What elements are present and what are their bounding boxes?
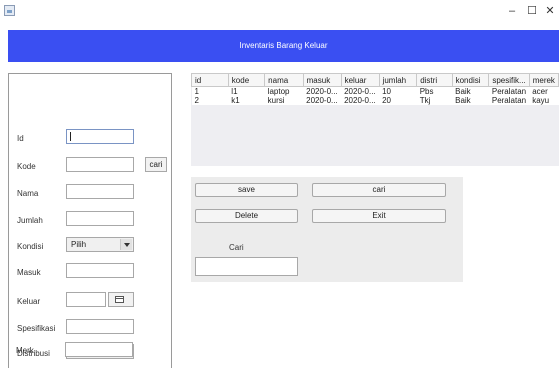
- table-cell: Baik: [452, 86, 489, 96]
- masuk-label: Masuk: [17, 268, 41, 277]
- window-titlebar[interactable]: – ☐ ✕: [0, 0, 559, 22]
- table-cell: 10: [379, 86, 417, 96]
- table-cell: laptop: [264, 86, 304, 96]
- table-cell: Peralatan: [488, 96, 530, 105]
- nama-field[interactable]: [66, 184, 134, 199]
- data-table-scrollpane[interactable]: id kode nama masuk keluar jumlah distri …: [191, 73, 559, 166]
- table-row[interactable]: 1 l1 laptop 2020-0... 2020-0... 10 Pbs B…: [191, 86, 559, 96]
- table-cell: 2020-0...: [303, 86, 342, 96]
- table-cell: Pbs: [416, 86, 453, 96]
- table-cell: l1: [228, 86, 265, 96]
- table-header-row: id kode nama masuk keluar jumlah distri …: [191, 73, 559, 87]
- table-cell: 20: [379, 96, 417, 105]
- keluar-date-field[interactable]: [66, 292, 106, 307]
- table-cell: 1: [191, 86, 229, 96]
- table-row[interactable]: 2 k1 kursi 2020-0... 2020-0... 20 Tkj Ba…: [191, 96, 559, 105]
- keluar-label: Keluar: [17, 297, 41, 306]
- table-cell: acer: [529, 86, 559, 96]
- merk-field[interactable]: [65, 342, 133, 357]
- search-label: Cari: [229, 243, 244, 252]
- spesifikasi-field[interactable]: [66, 319, 134, 334]
- column-header-masuk[interactable]: masuk: [302, 73, 342, 87]
- kondisi-select[interactable]: Pilih: [66, 237, 134, 252]
- spesifikasi-label: Spesifikasi: [17, 324, 56, 333]
- column-header-id[interactable]: id: [191, 73, 229, 87]
- delete-button[interactable]: Delete: [195, 209, 298, 223]
- column-header-kode[interactable]: kode: [227, 73, 266, 87]
- table-cell: Peralatan: [488, 86, 530, 96]
- table-cell: kursi: [264, 96, 304, 105]
- kode-label: Kode: [17, 162, 36, 171]
- id-label: Id: [17, 134, 24, 143]
- search-input[interactable]: [195, 257, 298, 276]
- kondisi-selected-value: Pilih: [71, 240, 87, 249]
- table-cell: 2020-0...: [303, 96, 342, 105]
- jumlah-label: Jumlah: [17, 216, 43, 225]
- dropdown-arrow-icon: [120, 239, 132, 250]
- action-panel: save cari Delete Exit Cari: [191, 177, 463, 282]
- merk-label: Merk: [16, 346, 34, 355]
- nama-label: Nama: [17, 189, 39, 198]
- page-title: Inventaris Barang Keluar: [239, 41, 328, 50]
- column-header-spesifikasi[interactable]: spesifik...: [488, 73, 530, 87]
- column-header-keluar[interactable]: keluar: [340, 73, 380, 87]
- input-form-panel: Id Kode cari Nama Jumlah Kondisi Pilih M…: [8, 73, 172, 368]
- jumlah-field[interactable]: [66, 211, 134, 226]
- table-cell: k1: [228, 96, 265, 105]
- cari-button[interactable]: cari: [312, 183, 446, 197]
- table-cell: 2020-0...: [341, 96, 380, 105]
- data-table[interactable]: id kode nama masuk keluar jumlah distri …: [191, 73, 559, 105]
- maximize-button[interactable]: ☐: [523, 3, 541, 19]
- calendar-icon: [115, 296, 124, 303]
- table-cell: 2: [191, 96, 229, 105]
- table-cell: Baik: [452, 96, 489, 105]
- exit-button[interactable]: Exit: [312, 209, 446, 223]
- kondisi-label: Kondisi: [17, 242, 44, 251]
- date-picker-button[interactable]: [108, 292, 134, 307]
- column-header-kondisi[interactable]: kondisi: [451, 73, 490, 87]
- text-caret: [70, 132, 71, 141]
- table-cell: Tkj: [416, 96, 453, 105]
- masuk-field[interactable]: [66, 263, 134, 278]
- table-cell: kayu: [529, 96, 559, 105]
- java-app-icon: [4, 5, 15, 16]
- column-header-jumlah[interactable]: jumlah: [378, 73, 418, 87]
- header-banner: Inventaris Barang Keluar: [8, 30, 559, 62]
- kode-field[interactable]: [66, 157, 134, 172]
- save-button[interactable]: save: [195, 183, 298, 197]
- minimize-button[interactable]: –: [503, 3, 521, 19]
- close-button[interactable]: ✕: [541, 3, 559, 19]
- column-header-nama[interactable]: nama: [264, 73, 304, 87]
- table-cell: 2020-0...: [341, 86, 380, 96]
- id-field[interactable]: [66, 129, 134, 144]
- column-header-distri[interactable]: distri: [416, 73, 453, 87]
- column-header-merek[interactable]: merek: [528, 73, 559, 87]
- cari-kode-button[interactable]: cari: [145, 157, 167, 172]
